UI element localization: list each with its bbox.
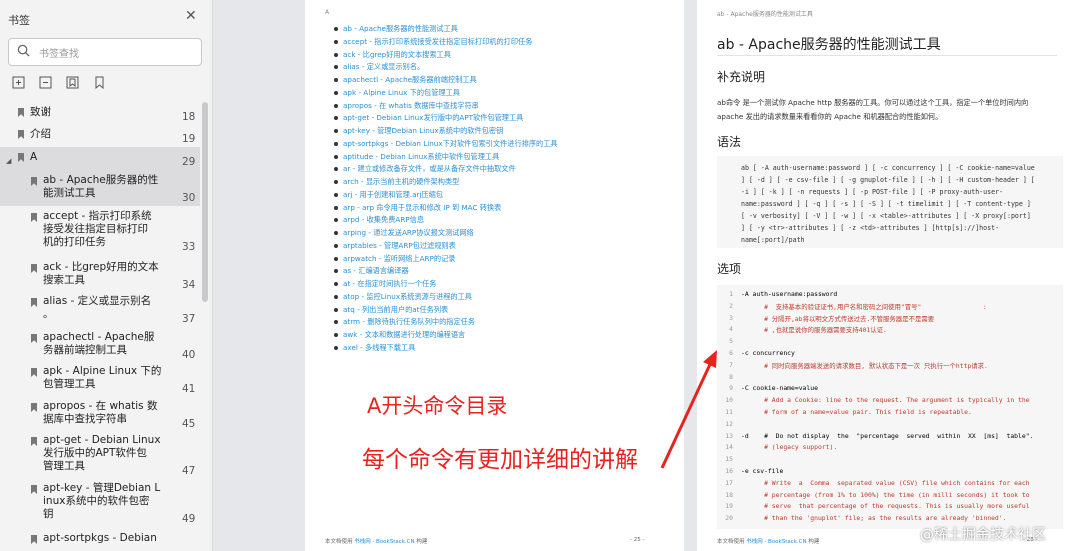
annotation-arrow xyxy=(660,350,717,469)
watermark: @稀土掘金技术社区 xyxy=(920,527,1046,543)
